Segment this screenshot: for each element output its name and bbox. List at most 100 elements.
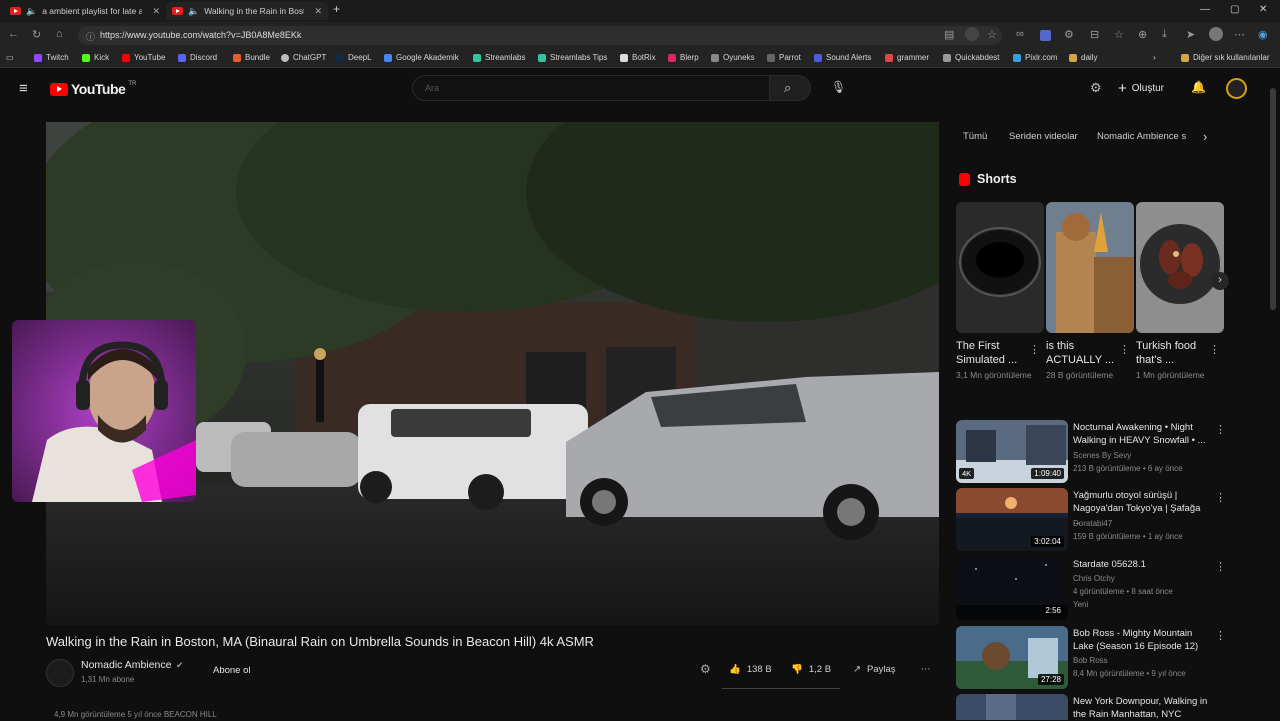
create-button[interactable]: + Oluştur [1118,80,1164,97]
extension-icon[interactable] [1040,30,1051,41]
related-menu-icon[interactable]: ⋮ [1215,491,1226,504]
reload-icon[interactable]: ↻ [32,28,41,41]
like-button[interactable]: 👍 138 B [729,664,772,675]
bookmark-botrix[interactable]: BotRix [620,53,656,62]
address-bar[interactable]: ⓘ https://www.youtube.com/watch?v=JB0A8M… [78,26,1002,45]
favorites-icon[interactable]: ☆ [1114,28,1124,41]
related-thumbnail[interactable] [956,694,1068,720]
tab-walking-rain[interactable]: 🔈 Walking in the Rain in Boston ✕ [166,2,328,20]
new-tab-button[interactable]: + [333,2,340,16]
short-menu-icon[interactable]: ⋮ [1209,343,1220,356]
collections-icon[interactable]: ⊕ [1138,28,1147,41]
related-thumbnail[interactable]: 3:02:04 [956,488,1068,551]
youtube-logo[interactable]: YouTube TR [50,81,136,97]
profile-avatar[interactable] [1209,27,1223,41]
bookmark-streamlabs-tips[interactable]: Streamlabs Tips [538,53,607,62]
bookmark-deepl[interactable]: DeepL [336,53,372,62]
bookmark-chatgpt[interactable]: ChatGPT [281,53,326,62]
speaker-icon[interactable]: 🔈 [26,6,37,17]
microphone-icon[interactable]: 🎙 [831,80,846,94]
short-thumbnail[interactable] [1136,202,1224,333]
short-title[interactable]: The First Simulated ... [956,339,1026,367]
bookmark-google-akademik[interactable]: Google Akademik [384,53,459,62]
bookmark-bundle[interactable]: Bundle [233,53,270,62]
short-menu-icon[interactable]: ⋮ [1119,343,1130,356]
bookmarks-menu-icon[interactable]: ▭ [6,53,14,62]
bookmark-discord[interactable]: Discord [178,53,217,62]
filter-chip-series[interactable]: Seriden videolar [1009,131,1078,142]
dislike-button[interactable]: 👎 1,2 B [791,664,831,675]
more-icon[interactable]: ⋯ [1234,28,1245,41]
notifications-bell-icon[interactable]: 🔔 [1191,80,1206,94]
bookmark-quickabdest[interactable]: Quickabdest [943,53,999,62]
share-button[interactable]: ↗ Paylaş [853,664,895,675]
related-title[interactable]: New York Downpour, Walking in the Rain M… [1073,695,1208,721]
bookmarks-overflow-chevron-icon[interactable]: › [1153,53,1156,62]
hamburger-menu-icon[interactable]: ≡ [19,80,28,97]
extension-icon[interactable]: ∞ [1016,28,1024,40]
close-tab-icon[interactable]: ✕ [152,6,160,17]
account-avatar[interactable] [1226,78,1247,99]
bookmark-parrot[interactable]: Parrot [767,53,801,62]
related-title[interactable]: Bob Ross - Mighty Mountain Lake (Season … [1073,627,1208,653]
bookmark-kick[interactable]: Kick [82,53,109,62]
short-thumbnail[interactable] [1046,202,1134,333]
back-icon[interactable]: ← [8,28,19,40]
more-actions-icon[interactable]: ⋯ [921,664,931,675]
bookmark-streamlabs[interactable]: Streamlabs [473,53,525,62]
bookmark-folder-daily[interactable]: daily [1069,53,1097,62]
tracking-icon[interactable] [965,27,979,41]
bookmark-oyuneks[interactable]: Oyuneks [711,53,755,62]
bookmark-pixlr[interactable]: Pixlr.com [1013,53,1057,62]
related-channel[interactable]: Doratabi47 [1073,519,1112,528]
related-thumbnail[interactable]: 2:56 [956,557,1068,620]
search-input[interactable]: Ara [412,75,770,101]
bookmark-sound-alerts[interactable]: Sound Alerts [814,53,871,62]
close-tab-icon[interactable]: ✕ [314,6,322,17]
studio-icon[interactable]: ⚙ [1090,80,1102,96]
extension-icon[interactable]: ⚙ [1064,28,1074,41]
filter-chip-channel[interactable]: Nomadic Ambience s [1097,131,1187,142]
related-menu-icon[interactable]: ⋮ [1215,423,1226,436]
site-info-icon[interactable]: ⓘ [86,30,95,43]
related-channel[interactable]: Chris Otchy [1073,574,1115,583]
channel-avatar[interactable] [46,659,74,687]
downloads-icon[interactable]: ⤓ [1162,28,1167,41]
bookmark-twitch[interactable]: Twitch [34,53,69,62]
related-thumbnail[interactable]: 27:28 [956,626,1068,689]
other-bookmarks[interactable]: Diğer sık kullanılanlar [1181,53,1269,62]
related-thumbnail[interactable]: 4K 1:09:40 [956,420,1068,483]
short-title[interactable]: Turkish food that's ... [1136,339,1206,367]
short-thumbnail[interactable] [956,202,1044,333]
page-scrollbar[interactable] [1270,88,1276,310]
bookmark-blerp[interactable]: Blerp [668,53,699,62]
related-channel[interactable]: Scenes By Sevy [1073,451,1131,460]
related-menu-icon[interactable]: ⋮ [1215,560,1226,573]
minimize-button[interactable]: — [1200,4,1210,15]
close-window-button[interactable]: ✕ [1259,4,1267,15]
copilot-icon[interactable]: ◉ [1258,28,1268,41]
related-title[interactable]: Stardate 05628.1 [1073,558,1208,571]
favorite-star-icon[interactable]: ☆ [987,28,997,41]
read-mode-icon[interactable]: ▤ [944,28,954,41]
chevron-right-icon[interactable]: › [1203,129,1207,144]
split-screen-icon[interactable]: ⊟ [1090,28,1099,41]
join-icon[interactable]: ⚙ [700,662,711,676]
speaker-icon[interactable]: 🔈 [188,6,199,17]
shorts-next-chevron-icon[interactable]: › [1211,272,1229,290]
bookmark-grammer[interactable]: grammer [885,53,929,62]
short-title[interactable]: is this ACTUALLY ... [1046,339,1116,367]
home-icon[interactable]: ⌂ [56,28,63,40]
channel-name[interactable]: Nomadic Ambience [81,659,171,671]
related-menu-icon[interactable]: ⋮ [1215,629,1226,642]
maximize-button[interactable]: ▢ [1230,4,1239,15]
subscribe-button[interactable]: Abone ol [213,665,251,676]
bookmark-youtube[interactable]: YouTube [122,53,165,62]
related-title[interactable]: Nocturnal Awakening • Night Walking in H… [1073,421,1208,447]
filter-chip-all[interactable]: Tümü [963,131,987,142]
search-button[interactable]: ⌕ [769,75,811,101]
tab-ambient-playlist[interactable]: 🔈 a ambient playlist for late ar ✕ [4,2,166,20]
related-channel[interactable]: Bob Ross [1073,656,1108,665]
short-menu-icon[interactable]: ⋮ [1029,343,1040,356]
share-icon[interactable]: ➤ [1186,28,1195,41]
